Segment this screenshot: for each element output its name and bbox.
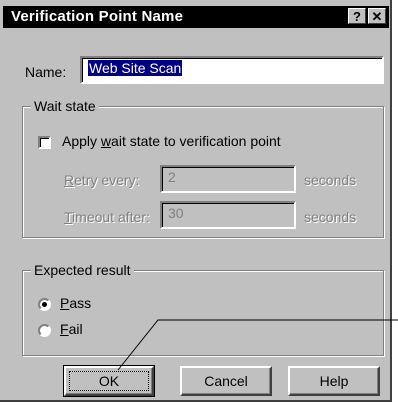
retry-units-label: seconds <box>304 172 357 188</box>
fail-radio[interactable] <box>38 324 51 337</box>
apply-wait-state-checkbox[interactable] <box>38 136 51 149</box>
fail-label[interactable]: Fail <box>60 321 83 337</box>
ok-button-label: OK <box>98 373 120 389</box>
help-button-label: Help <box>319 373 349 389</box>
pass-radio[interactable] <box>38 298 51 311</box>
dialog-title: Verification Point Name <box>11 8 184 25</box>
verification-point-name-dialog: Verification Point Name ? ✕ Name: Web Si… <box>0 0 392 402</box>
help-button[interactable]: Help <box>288 366 380 396</box>
timeout-units-label: seconds <box>304 209 357 225</box>
expected-result-group: Expected result <box>22 262 384 356</box>
close-icon[interactable]: ✕ <box>368 8 386 24</box>
retry-every-value: 2 <box>168 169 176 185</box>
expected-result-legend: Expected result <box>31 262 134 278</box>
timeout-after-input[interactable]: 30 <box>160 201 296 229</box>
pass-label[interactable]: Pass <box>60 295 91 311</box>
title-bar[interactable]: Verification Point Name ? ✕ <box>3 6 389 28</box>
ok-button[interactable]: OK <box>63 365 155 397</box>
wait-state-legend: Wait state <box>31 98 99 114</box>
name-label: Name: <box>25 64 67 80</box>
retry-every-label: Retry every: <box>64 172 140 188</box>
name-input[interactable]: Web Site Scan <box>80 56 384 84</box>
timeout-after-value: 30 <box>168 205 184 221</box>
retry-every-input[interactable]: 2 <box>160 165 296 193</box>
timeout-after-label: Timeout after: <box>64 209 150 225</box>
apply-wait-state-label[interactable]: Apply wait state to verification point <box>62 133 281 149</box>
name-input-value: Web Site Scan <box>88 60 183 76</box>
cancel-button[interactable]: Cancel <box>180 366 272 396</box>
cancel-button-label: Cancel <box>204 373 248 389</box>
help-icon[interactable]: ? <box>348 8 366 24</box>
